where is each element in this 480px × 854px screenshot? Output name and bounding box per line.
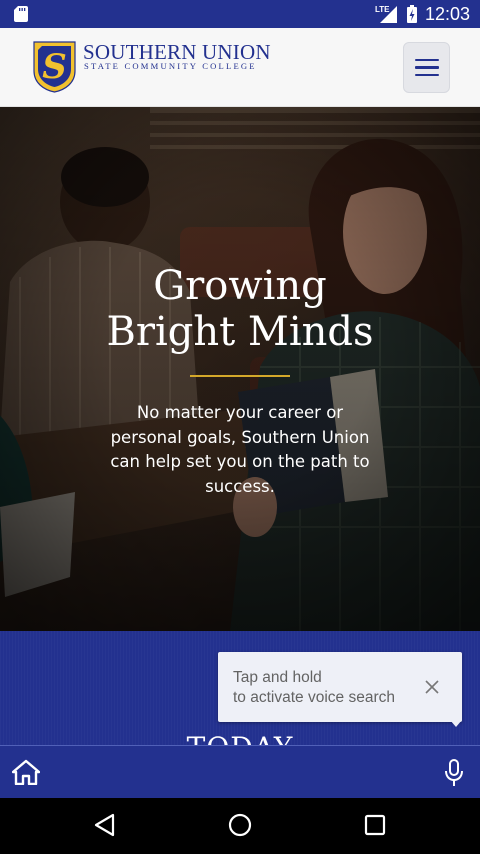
status-time: 12:03 xyxy=(424,3,470,24)
sd-card-icon xyxy=(14,6,28,22)
home-icon[interactable] xyxy=(12,759,40,785)
college-subtitle: STATE COMMUNITY COLLEGE xyxy=(84,61,257,71)
bottom-app-bar xyxy=(0,745,480,798)
battery-charging-icon xyxy=(406,5,417,23)
hero-description: No matter your career or personal goals,… xyxy=(110,403,370,496)
back-icon[interactable] xyxy=(93,812,117,838)
hero-title-line1: Growing xyxy=(153,263,327,309)
recents-icon[interactable] xyxy=(364,814,386,836)
microphone-icon[interactable] xyxy=(443,759,465,787)
menu-button[interactable] xyxy=(403,42,450,93)
section-heading: TODAY xyxy=(0,731,480,745)
voice-search-tooltip[interactable]: Tap and hold to activate voice search xyxy=(218,652,462,727)
status-bar: LTE 12:03 xyxy=(0,0,480,28)
logo-letter: S xyxy=(42,47,67,87)
college-logo-icon[interactable]: S xyxy=(33,41,76,93)
hero-title: Growing Bright Minds xyxy=(0,263,480,355)
tooltip-text: Tap and hold to activate voice search xyxy=(233,669,395,706)
signal-icon: LTE xyxy=(375,4,399,24)
site-header: S SOUTHERN UNION STATE COMMUNITY COLLEGE xyxy=(0,28,480,107)
hero-title-line2: Bright Minds xyxy=(106,309,374,355)
system-nav-bar xyxy=(0,798,480,854)
home-circle-icon[interactable] xyxy=(228,813,252,837)
hero-banner: Growing Bright Minds No matter your care… xyxy=(0,107,480,631)
hero-divider xyxy=(190,375,290,377)
hamburger-menu-icon xyxy=(414,58,439,62)
hero-photo xyxy=(0,107,480,631)
close-icon[interactable] xyxy=(421,676,443,698)
